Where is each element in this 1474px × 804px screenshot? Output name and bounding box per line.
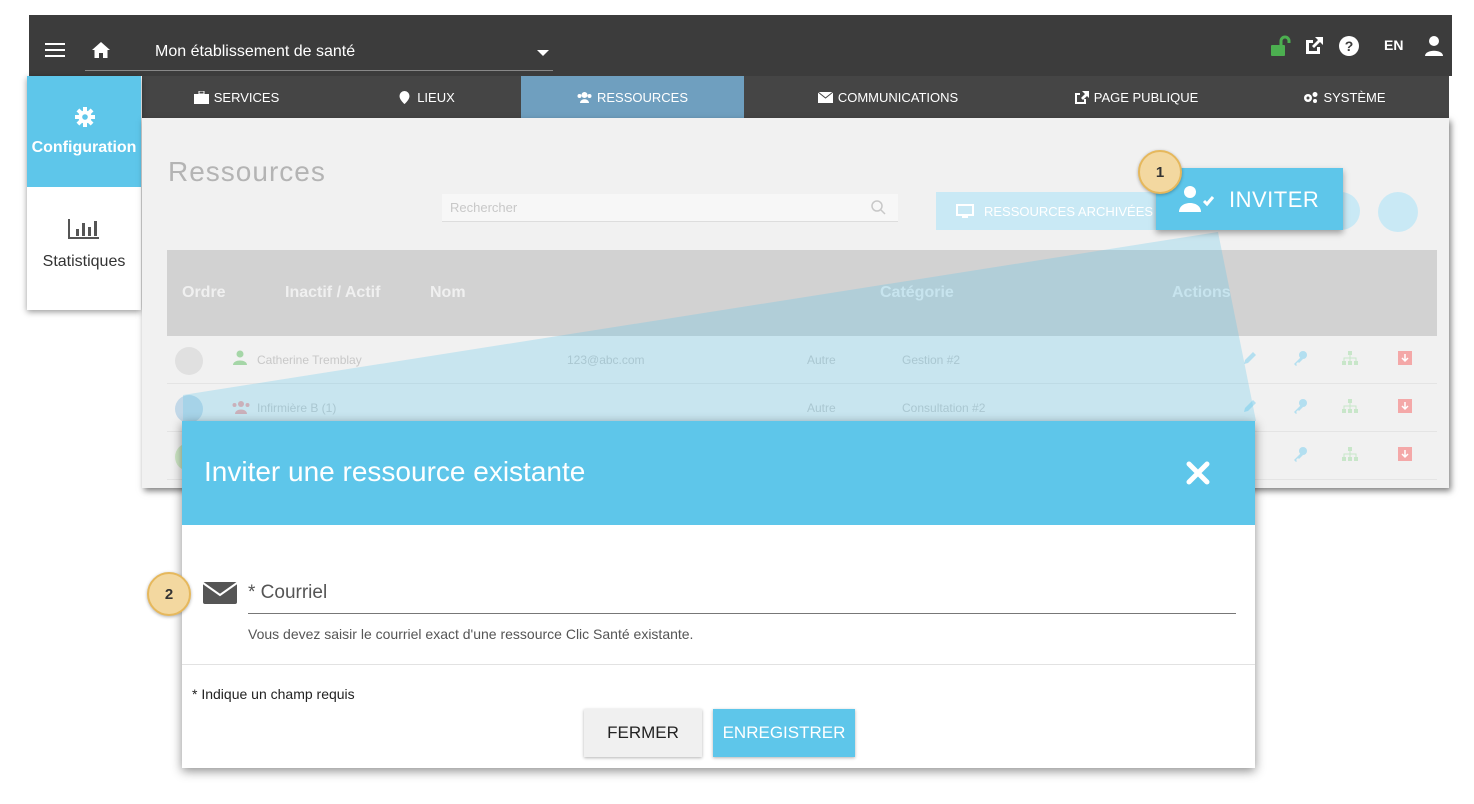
main-nav: SERVICES LIEUX RESSOURCES COMMUNICATIONS… [142,76,1449,118]
establishment-select[interactable]: Mon établissement de santé [85,39,553,71]
user-check-icon [1179,186,1215,212]
side-menu: Configuration Statistiques [27,76,141,310]
briefcase-icon [193,90,209,104]
resource-name: Infirmière B (1) [257,401,337,415]
archive-icon[interactable] [1397,350,1413,366]
email-field[interactable]: * Courriel [248,571,1236,614]
establishment-name: Mon établissement de santé [155,43,356,60]
user-icon [233,350,247,365]
column-header: Ordre [182,284,226,301]
divider [182,664,1255,665]
email-help-text: Vous devez saisir le courriel exact d'un… [248,626,694,642]
modal-title: Inviter une ressource existante [204,456,586,487]
tab-label: SERVICES [213,89,280,105]
resource-category: Gestion #2 [902,353,961,367]
envelope-icon [817,91,833,103]
step-badge-1: 1 [1138,150,1182,194]
sitemap-icon[interactable] [1342,446,1358,462]
table-row[interactable]: Catherine Tremblay 123@abc.com Autre Ges… [167,336,1437,384]
tab-ressources[interactable]: RESSOURCES [521,76,744,118]
svg-text:?: ? [1345,38,1354,54]
invite-button[interactable]: INVITER [1156,168,1343,230]
edit-icon[interactable] [1242,398,1258,414]
envelope-icon [202,582,238,604]
top-bar: Mon établissement de santé ? EN [29,15,1452,76]
column-header: Nom [430,284,466,301]
monitor-icon [956,204,974,218]
tab-lieux[interactable]: LIEUX [331,76,521,118]
external-link-icon [1074,90,1089,104]
page-title: Ressources [168,156,326,187]
sitemap-icon[interactable] [1342,398,1358,414]
tab-communications[interactable]: COMMUNICATIONS [744,76,1032,118]
table-header: Ordre Inactif / Actif Nom Catégorie Acti… [167,250,1437,336]
archived-resources-label: RESSOURCES ARCHIVÉES [984,204,1154,219]
resource-category: Consultation #2 [902,401,986,415]
chevron-down-icon [537,50,549,56]
resource-type: Autre [807,353,836,367]
key-icon[interactable] [1292,350,1308,366]
column-header: Actions [1172,284,1231,301]
required-note: * Indique un champ requis [192,686,355,702]
invite-modal: Inviter une ressource existante * Courri… [182,421,1255,768]
drag-handle[interactable] [175,395,203,423]
search-icon [871,200,886,215]
tab-label: RESSOURCES [596,89,689,105]
map-marker-icon [399,90,410,104]
gear-icon [75,107,95,127]
hamburger-menu-icon[interactable] [45,43,65,57]
help-icon[interactable]: ? [1338,35,1360,57]
search-placeholder: Rechercher [450,200,518,215]
users-icon [577,91,592,103]
archive-icon[interactable] [1397,446,1413,462]
sitemap-icon[interactable] [1342,350,1358,366]
step-badge-2: 2 [147,572,191,616]
close-button[interactable]: FERMER [584,709,702,757]
modal-header: Inviter une ressource existante [182,421,1255,525]
edit-icon[interactable] [1242,350,1258,366]
side-item-label: Configuration [31,139,137,156]
tab-label: LIEUX [417,89,455,105]
invite-label: INVITER [1229,187,1320,212]
tab-label: COMMUNICATIONS [837,89,959,105]
bar-chart-icon [68,219,99,239]
tab-label: SYSTÈME [1323,89,1386,105]
users-icon [232,401,250,414]
unlock-icon[interactable] [1269,35,1291,57]
email-field-label: * Courriel [248,582,328,603]
archived-resources-button[interactable]: RESSOURCES ARCHIVÉES [936,192,1166,230]
resource-email: 123@abc.com [567,353,645,367]
tab-services[interactable]: SERVICES [142,76,331,118]
side-item-statistiques[interactable]: Statistiques [27,187,141,310]
side-item-configuration[interactable]: Configuration [27,76,141,187]
tab-label: PAGE PUBLIQUE [1093,89,1199,105]
external-link-icon[interactable] [1303,35,1325,57]
key-icon[interactable] [1292,446,1308,462]
group-resources-button[interactable] [1378,192,1418,232]
language-toggle[interactable]: EN [1384,37,1403,53]
side-item-label: Statistiques [42,253,126,270]
close-icon[interactable] [1182,457,1214,489]
column-header: Inactif / Actif [285,284,381,301]
cogs-icon [1304,91,1318,103]
resource-name: Catherine Tremblay [257,353,362,367]
tab-page-publique[interactable]: PAGE PUBLIQUE [1032,76,1240,118]
search-input[interactable]: Rechercher [442,194,898,222]
save-button[interactable]: ENREGISTRER [713,709,855,757]
archive-icon[interactable] [1397,398,1413,414]
user-icon[interactable] [1423,35,1445,57]
resource-type: Autre [807,401,836,415]
key-icon[interactable] [1292,398,1308,414]
column-header: Catégorie [880,284,954,301]
drag-handle[interactable] [175,347,203,375]
tab-systeme[interactable]: SYSTÈME [1240,76,1449,118]
